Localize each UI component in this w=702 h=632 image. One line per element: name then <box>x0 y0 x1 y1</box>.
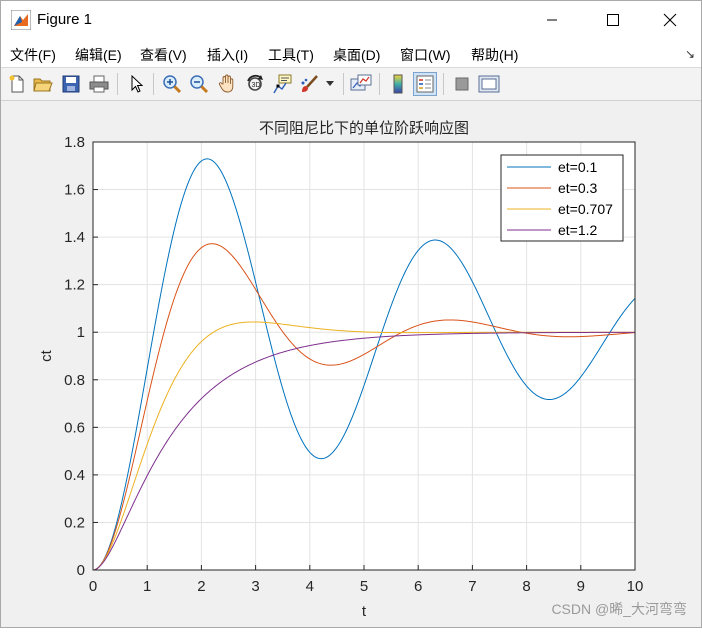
y-tick-label: 1.8 <box>64 134 85 151</box>
matlab-logo-icon <box>10 9 32 31</box>
figure-toolbar: 3D <box>1 68 701 101</box>
figure-canvas: 0 1 2 3 4 5 6 7 8 9 10 0 0.2 0.4 0.6 0.8 1 1.2 1.4 1.6 1.8 … <box>1 101 701 627</box>
dock-arrow-icon[interactable]: ↘ <box>685 47 695 61</box>
menu-help[interactable]: 帮助(H) <box>471 45 518 65</box>
menu-insert[interactable]: 插入(I) <box>207 45 248 65</box>
toolbar-separator <box>343 73 344 95</box>
y-tick-label: 0.2 <box>64 514 85 531</box>
y-tick-label: 0 <box>77 562 85 579</box>
save-icon[interactable] <box>59 72 83 96</box>
y-tick-label: 0.8 <box>64 372 85 389</box>
menu-desktop[interactable]: 桌面(D) <box>333 45 380 65</box>
x-tick-label: 3 <box>251 578 259 595</box>
minimize-icon <box>547 19 557 21</box>
brush-icon[interactable] <box>298 72 322 96</box>
open-file-icon[interactable] <box>31 72 55 96</box>
x-tick-label: 10 <box>627 578 644 595</box>
y-tick-label: 0.4 <box>64 467 85 484</box>
x-tick-label: 4 <box>306 578 314 595</box>
figure-window: Figure 1 文件(F) 编辑(E) 查看(V) 插入(I) 工具(T) 桌… <box>0 0 702 628</box>
watermark-text: CSDN @晞_大河弯弯 <box>551 601 687 617</box>
hide-plot-tools-icon[interactable] <box>450 72 474 96</box>
y-tick-label: 1.4 <box>64 229 85 246</box>
show-plot-tools-icon[interactable] <box>477 72 501 96</box>
rotate-3d-icon[interactable]: 3D <box>243 72 267 96</box>
maximize-button[interactable] <box>590 1 636 39</box>
edit-plot-arrow-icon[interactable] <box>125 72 149 96</box>
title-bar: Figure 1 <box>1 1 701 39</box>
x-tick-label: 5 <box>360 578 368 595</box>
menu-tools[interactable]: 工具(T) <box>268 45 314 65</box>
x-tick-label: 7 <box>468 578 476 595</box>
close-button[interactable] <box>647 1 693 39</box>
close-icon <box>663 13 677 27</box>
menu-bar: 文件(F) 编辑(E) 查看(V) 插入(I) 工具(T) 桌面(D) 窗口(W… <box>1 39 701 68</box>
toolbar-separator <box>379 73 380 95</box>
maximize-icon <box>607 14 619 26</box>
link-plot-icon[interactable] <box>349 72 373 96</box>
legend-box[interactable]: et=0.1 et=0.3 et=0.707 et=1.2 <box>500 154 624 242</box>
menu-file[interactable]: 文件(F) <box>10 45 56 65</box>
x-tick-labels: 0 1 2 3 4 5 6 7 8 9 10 <box>89 578 644 595</box>
legend-entry: et=0.1 <box>558 159 598 175</box>
new-figure-icon[interactable] <box>5 72 29 96</box>
y-tick-label: 0.6 <box>64 419 85 436</box>
menu-edit[interactable]: 编辑(E) <box>75 45 122 65</box>
y-tick-label: 1 <box>77 324 85 341</box>
x-axis-label: t <box>362 603 367 620</box>
print-icon[interactable] <box>87 72 111 96</box>
brush-dropdown-icon[interactable] <box>323 72 337 96</box>
y-tick-labels: 0 0.2 0.4 0.6 0.8 1 1.2 1.4 1.6 1.8 <box>64 134 85 579</box>
y-tick-label: 1.6 <box>64 182 85 199</box>
toolbar-separator <box>443 73 444 95</box>
toolbar-separator <box>153 73 154 95</box>
menu-view[interactable]: 查看(V) <box>140 45 187 65</box>
zoom-out-icon[interactable] <box>187 72 211 96</box>
legend-icon[interactable] <box>413 72 437 96</box>
y-tick-label: 1.2 <box>64 277 85 294</box>
y-axis-label: ct <box>38 349 55 362</box>
x-tick-label: 0 <box>89 578 97 595</box>
legend-entry: et=0.707 <box>558 201 613 217</box>
minimize-button[interactable] <box>529 1 575 39</box>
legend-entry: et=0.3 <box>558 180 598 196</box>
x-tick-label: 8 <box>522 578 530 595</box>
toolbar-separator <box>117 73 118 95</box>
zoom-in-icon[interactable] <box>160 72 184 96</box>
x-tick-label: 6 <box>414 578 422 595</box>
pan-hand-icon[interactable] <box>215 72 239 96</box>
colorbar-icon[interactable] <box>386 72 410 96</box>
x-tick-label: 1 <box>143 578 151 595</box>
svg-text:3D: 3D <box>252 82 261 89</box>
plot-canvas[interactable]: 0 1 2 3 4 5 6 7 8 9 10 00.20.40.60.811.21.41.61.8 … <box>1 101 701 627</box>
x-tick-label: 9 <box>577 578 585 595</box>
legend-entry: et=1.2 <box>558 222 598 238</box>
window-title: Figure 1 <box>37 11 93 28</box>
chart-title: 不同阻尼比下的单位阶跃响应图 <box>259 119 469 137</box>
data-cursor-icon[interactable] <box>271 72 295 96</box>
x-tick-label: 2 <box>197 578 205 595</box>
menu-window[interactable]: 窗口(W) <box>400 45 451 65</box>
